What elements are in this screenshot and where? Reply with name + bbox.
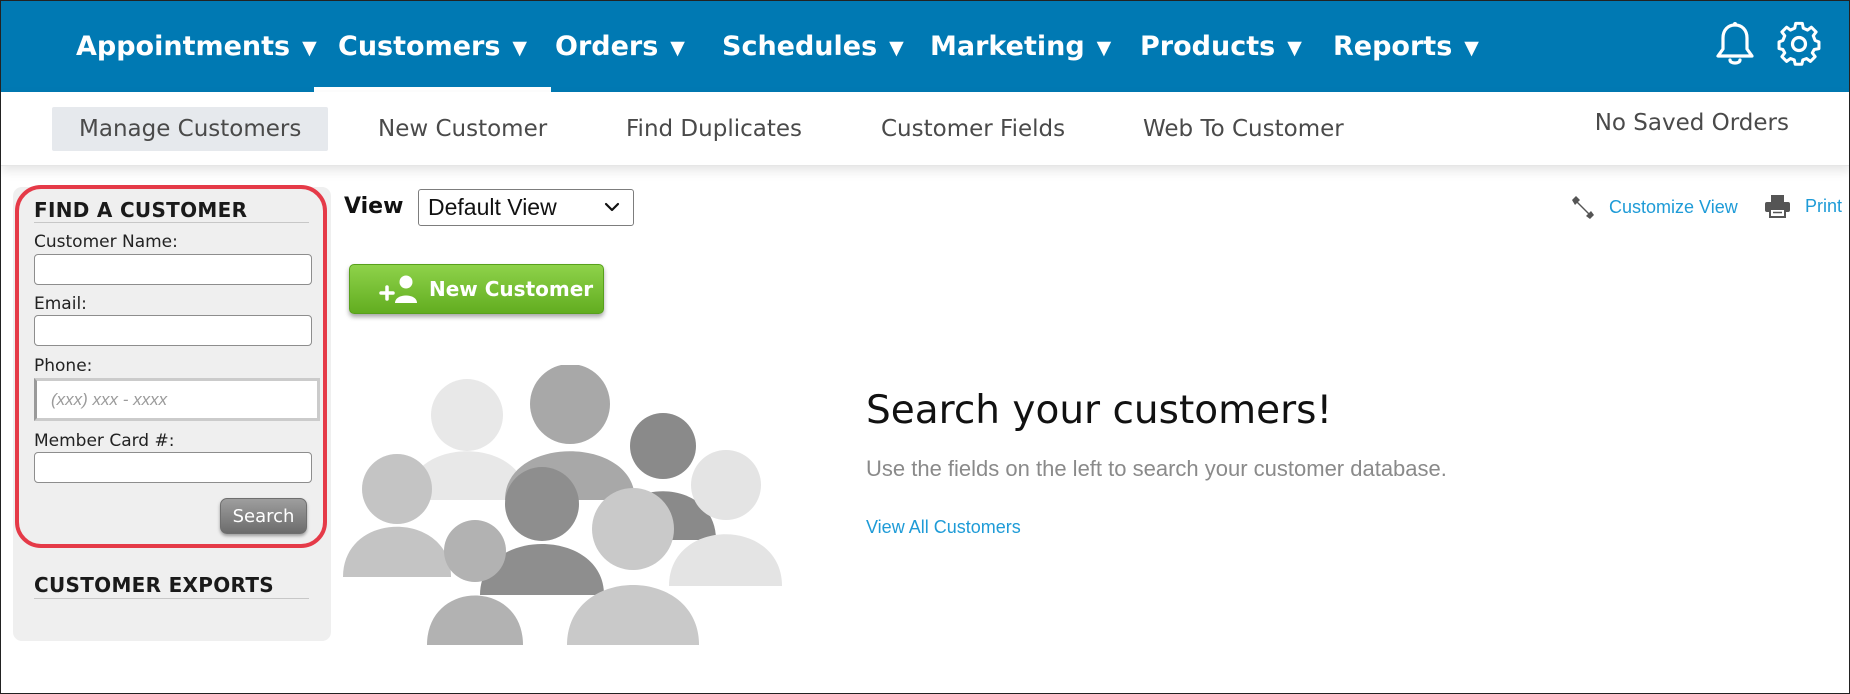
subnav-web-to-customer[interactable]: Web To Customer bbox=[1143, 107, 1344, 151]
subnav-find-duplicates[interactable]: Find Duplicates bbox=[626, 107, 802, 151]
caret-down-icon: ▼ bbox=[670, 36, 685, 59]
bell-icon[interactable] bbox=[1713, 21, 1757, 67]
nav-label: Customers bbox=[338, 31, 501, 62]
email-label: Email: bbox=[34, 294, 87, 314]
customer-name-input[interactable] bbox=[34, 254, 312, 285]
customer-exports-heading[interactable]: CUSTOMER EXPORTS bbox=[34, 573, 274, 597]
sub-navigation: Manage Customers New Customer Find Dupli… bbox=[1, 92, 1849, 166]
view-selected-value: Default View bbox=[428, 194, 557, 220]
nav-reports[interactable]: Reports ▼ bbox=[1333, 1, 1479, 92]
top-navigation: Appointments ▼ Customers ▼ Orders ▼ Schedul… bbox=[1, 1, 1849, 92]
caret-down-icon: ▼ bbox=[1096, 36, 1112, 59]
nav-products[interactable]: Products ▼ bbox=[1140, 1, 1302, 92]
subnav-label: Manage Customers bbox=[79, 116, 302, 142]
customize-view-label: Customize View bbox=[1609, 196, 1738, 217]
saved-orders-status[interactable]: No Saved Orders bbox=[1595, 110, 1789, 136]
hero-subtitle: Use the fields on the left to search you… bbox=[866, 456, 1447, 481]
printer-icon bbox=[1765, 195, 1790, 218]
nav-label: Reports bbox=[1333, 31, 1453, 62]
nav-label: Orders bbox=[555, 31, 659, 62]
member-card-label: Member Card #: bbox=[34, 431, 175, 451]
hero-title: Search your customers! bbox=[866, 388, 1333, 433]
phone-input[interactable] bbox=[34, 378, 320, 421]
subnav-manage-customers[interactable]: Manage Customers bbox=[52, 107, 329, 151]
phone-label: Phone: bbox=[34, 356, 93, 376]
subnav-new-customer[interactable]: New Customer bbox=[378, 107, 547, 151]
customers-illustration bbox=[343, 365, 782, 645]
nav-label: Products bbox=[1140, 31, 1276, 62]
add-user-icon bbox=[379, 275, 417, 303]
subnav-label: Customer Fields bbox=[881, 116, 1066, 142]
caret-down-icon: ▼ bbox=[512, 36, 528, 59]
divider bbox=[34, 598, 309, 599]
nav-schedules[interactable]: Schedules ▼ bbox=[722, 1, 904, 92]
member-card-input[interactable] bbox=[34, 452, 312, 483]
gear-icon[interactable] bbox=[1777, 21, 1821, 67]
nav-label: Marketing bbox=[930, 31, 1085, 62]
view-all-customers-link[interactable]: View All Customers bbox=[866, 517, 1021, 538]
subnav-label: New Customer bbox=[378, 116, 548, 142]
caret-down-icon: ▼ bbox=[1287, 36, 1302, 59]
nav-appointments[interactable]: Appointments ▼ bbox=[76, 1, 317, 92]
find-customer-heading: FIND A CUSTOMER bbox=[34, 198, 248, 222]
nav-label: Appointments bbox=[76, 31, 291, 62]
nav-orders[interactable]: Orders ▼ bbox=[555, 1, 685, 92]
divider bbox=[34, 222, 309, 223]
caret-down-icon: ▼ bbox=[302, 36, 317, 59]
new-customer-button[interactable]: New Customer bbox=[349, 264, 604, 314]
email-input[interactable] bbox=[34, 315, 312, 346]
nav-marketing[interactable]: Marketing ▼ bbox=[930, 1, 1111, 92]
app-frame: Appointments ▼ Customers ▼ Orders ▼ Schedul… bbox=[0, 0, 1850, 694]
print-link[interactable]: Print bbox=[1764, 194, 1842, 218]
view-select[interactable]: Default View bbox=[418, 189, 634, 226]
print-label: Print bbox=[1805, 195, 1843, 216]
caret-down-icon: ▼ bbox=[889, 36, 904, 59]
subnav-customer-fields[interactable]: Customer Fields bbox=[881, 107, 1065, 151]
customer-name-label: Customer Name: bbox=[34, 232, 178, 252]
wrench-icon bbox=[1572, 196, 1594, 219]
search-button[interactable]: Search bbox=[220, 498, 307, 534]
caret-down-icon: ▼ bbox=[1464, 36, 1479, 59]
customize-view-link[interactable]: Customize View bbox=[1569, 194, 1738, 220]
nav-label: Schedules bbox=[722, 31, 878, 62]
subnav-label: Web To Customer bbox=[1143, 116, 1344, 142]
new-customer-label: New Customer bbox=[429, 277, 594, 301]
subnav-label: Find Duplicates bbox=[626, 116, 802, 142]
nav-customers[interactable]: Customers ▼ bbox=[313, 1, 552, 92]
chevron-down-icon bbox=[604, 202, 620, 212]
view-label: View bbox=[344, 194, 404, 219]
